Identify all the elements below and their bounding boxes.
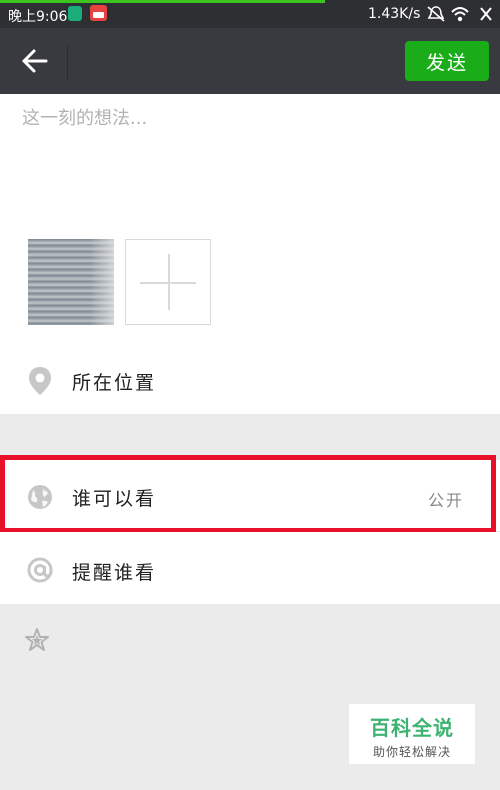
selected-photo-thumbnail[interactable] [28, 239, 114, 325]
arrow-left-icon [22, 49, 48, 73]
watermark-subtitle: 助你轻松解决 [372, 745, 451, 759]
location-label: 所在位置 [72, 372, 157, 394]
status-bar: 晚上9:06 1.43K/s [0, 0, 500, 28]
wifi-icon [451, 7, 469, 22]
visibility-row[interactable]: 谁可以看 公开 [0, 460, 500, 532]
app-notification-icon [90, 5, 107, 21]
visibility-label: 谁可以看 [72, 488, 157, 510]
remind-label: 提醒谁看 [72, 562, 157, 584]
back-button[interactable] [10, 40, 56, 82]
network-speed: 1.43K/s [368, 6, 421, 22]
visibility-value: 公开 [427, 491, 464, 510]
mute-icon [427, 6, 445, 22]
watermark-title: 百科全说 [370, 716, 454, 740]
top-toolbar: 发送 [0, 28, 500, 94]
shield-icon [68, 6, 82, 21]
send-button[interactable]: 发送 [405, 41, 489, 81]
at-sign-icon [27, 557, 53, 583]
thoughts-input[interactable] [22, 104, 478, 214]
status-time: 晚上9:06 [8, 9, 68, 25]
add-photo-button[interactable] [125, 239, 211, 325]
loading-progress-bar [0, 0, 325, 3]
watermark-logo: 百科全说 助你轻松解决 [349, 704, 475, 764]
location-row[interactable]: 所在位置 [0, 346, 500, 414]
location-pin-icon [29, 367, 51, 395]
no-sim-icon [480, 7, 492, 21]
star-icon[interactable] [24, 627, 50, 653]
toolbar-divider [67, 44, 68, 80]
globe-icon [28, 485, 52, 509]
remind-row[interactable]: 提醒谁看 [0, 532, 500, 604]
